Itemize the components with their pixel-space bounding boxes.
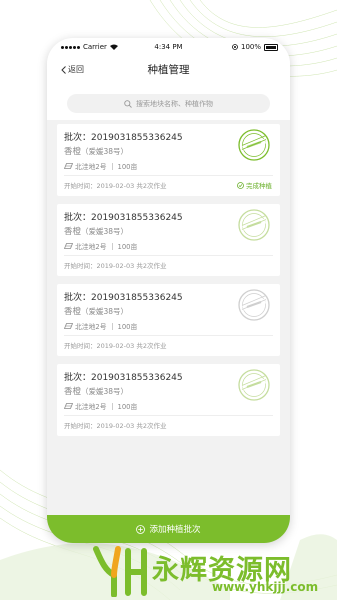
field-icon (64, 243, 73, 249)
stamp-icon (238, 369, 270, 401)
batch-card[interactable]: 批次：2019031855336245 香橙（爱媛38号） 北洼地2号 100亩 … (57, 284, 280, 356)
start-time: 开始时间：2019-02-03 共2次作业 (64, 342, 167, 350)
watermark-url: www.yhkjjj.com (212, 580, 319, 594)
crop-product: 香橙 (64, 307, 82, 317)
crop-variety: （爱媛38号） (81, 387, 129, 396)
field-info: 北洼地2号 100亩 (64, 241, 137, 251)
batch-number: 批次：2019031855336245 (64, 293, 183, 303)
field-name: 北洼地2号 (75, 243, 107, 251)
field-area: 100亩 (117, 323, 138, 331)
crop-name: 香橙（爱媛38号） (64, 225, 128, 237)
add-batch-button[interactable]: 添加种植批次 (47, 515, 290, 543)
add-batch-label: 添加种植批次 (149, 525, 201, 535)
stamp-icon (238, 129, 270, 161)
search-placeholder: 搜索地块名称、种植作物 (136, 99, 213, 108)
search-bar-container: 搜索地块名称、种植作物 (47, 84, 290, 120)
card-divider (64, 415, 273, 416)
start-time: 开始时间：2019-02-03 共2次作业 (64, 182, 167, 190)
field-info: 北洼地2号 100亩 (64, 321, 137, 331)
page-title: 种植管理 (147, 64, 190, 76)
crop-variety: （爱媛38号） (81, 307, 129, 316)
battery-indicator: 100% (232, 43, 278, 51)
field-icon (64, 323, 73, 329)
crop-name: 香橙（爱媛38号） (64, 145, 128, 157)
start-time: 开始时间：2019-02-03 共2次作业 (64, 422, 167, 430)
field-area: 100亩 (117, 243, 138, 251)
field-name: 北洼地2号 (75, 403, 107, 411)
crop-name: 香橙（爱媛38号） (64, 305, 128, 317)
field-name: 北洼地2号 (75, 323, 107, 331)
check-circle-icon (237, 181, 244, 189)
watermark: 永辉资源网 www.yhkjjj.com (92, 545, 337, 600)
stamp-icon (238, 209, 270, 241)
separator (111, 242, 113, 250)
crop-name: 香橙（爱媛38号） (64, 385, 128, 397)
search-icon (124, 99, 132, 108)
status-label: 完成种植 (246, 182, 272, 190)
batch-number: 批次：2019031855336245 (64, 213, 183, 223)
stamp-icon (238, 289, 270, 321)
phone-frame: Carrier 4:34 PM 100% 返回 种植管理 搜索地块名称、种植作物… (47, 38, 290, 543)
card-divider (64, 255, 273, 256)
batch-number: 批次：2019031855336245 (64, 373, 183, 383)
crop-product: 香橙 (64, 147, 82, 157)
field-info: 北洼地2号 100亩 (64, 401, 137, 411)
status-bar: Carrier 4:34 PM 100% (47, 38, 290, 56)
separator (111, 402, 113, 410)
field-info: 北洼地2号 100亩 (64, 161, 137, 171)
search-input[interactable]: 搜索地块名称、种植作物 (67, 94, 270, 113)
card-divider (64, 335, 273, 336)
orientation-lock-icon (232, 44, 238, 50)
batch-card[interactable]: 批次：2019031855336245 香橙（爱媛38号） 北洼地2号 100亩 … (57, 364, 280, 436)
watermark-logo (93, 546, 147, 597)
batch-card[interactable]: 批次：2019031855336245 香橙（爱媛38号） 北洼地2号 100亩 … (57, 204, 280, 276)
battery-icon (264, 43, 278, 51)
crop-product: 香橙 (64, 387, 82, 397)
field-icon (64, 163, 73, 169)
batch-number: 批次：2019031855336245 (64, 133, 183, 143)
plus-circle-icon (136, 524, 146, 534)
start-time: 开始时间：2019-02-03 共2次作业 (64, 262, 167, 270)
separator (111, 162, 113, 170)
field-name: 北洼地2号 (75, 163, 107, 171)
nav-bar: 返回 种植管理 (47, 56, 290, 84)
crop-product: 香橙 (64, 227, 82, 237)
crop-variety: （爱媛38号） (81, 227, 129, 236)
card-divider (64, 175, 273, 176)
field-area: 100亩 (117, 403, 138, 411)
battery-percent: 100% (240, 43, 261, 51)
separator (111, 322, 113, 330)
field-icon (64, 403, 73, 409)
field-area: 100亩 (117, 163, 138, 171)
crop-variety: （爱媛38号） (81, 147, 129, 156)
status-badge: 完成种植 (237, 180, 272, 190)
batch-card[interactable]: 批次：2019031855336245 香橙（爱媛38号） 北洼地2号 100亩 … (57, 124, 280, 196)
